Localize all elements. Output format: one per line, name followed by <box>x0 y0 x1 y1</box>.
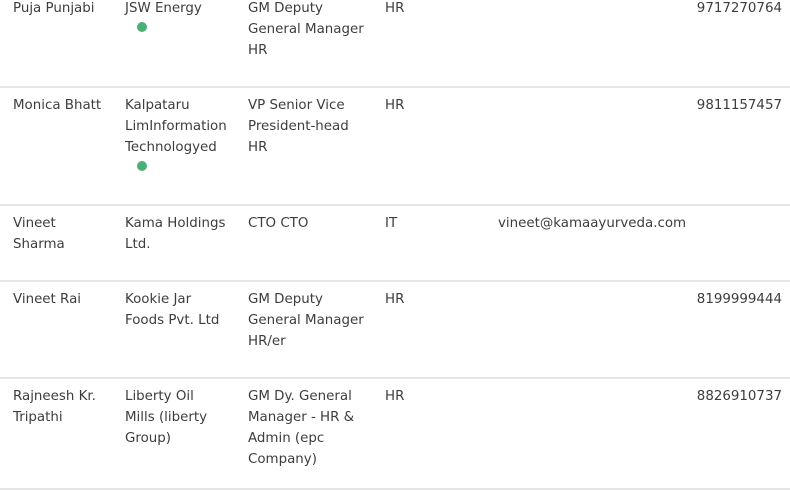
department: HR <box>385 1 405 16</box>
company-name-line: Technologyed <box>125 140 217 155</box>
contact-name: Monica Bhatt <box>13 95 118 116</box>
contact-name-line: Tripathi <box>13 410 63 425</box>
contact-name: Vineet Rai <box>13 289 118 310</box>
contact-name-line: Vineet Rai <box>13 292 81 307</box>
company-name-line: Group) <box>125 431 171 446</box>
table-row[interactable]: Vineet Rai Kookie Jar Foods Pvt. Ltd GM Dep… <box>0 281 790 379</box>
job-title-line: HR <box>248 140 268 155</box>
phone-number[interactable]: 8199999444 <box>697 289 782 310</box>
company-name: Kookie Jar Foods Pvt. Ltd <box>125 289 237 331</box>
contact-name: Puja Punjabi <box>13 0 118 19</box>
contact-name: Vineet Sharma <box>13 213 118 255</box>
status-dot-icon <box>137 161 147 171</box>
phone-number[interactable]: 8826910737 <box>697 386 782 407</box>
company-name-line: Kalpataru <box>125 98 190 113</box>
contact-name-line: Vineet <box>13 216 56 231</box>
job-title: GM Dy. General Manager - HR & Admin (epc Co… <box>248 386 370 470</box>
job-title-line: HR/er <box>248 334 286 349</box>
company-name: Kama Holdings Ltd. <box>125 213 237 255</box>
table-row[interactable]: Monica Bhatt Kalpataru LimInformation Techn… <box>0 87 790 206</box>
company-name-line: Foods Pvt. Ltd <box>125 313 220 328</box>
company-name-line: Ltd. <box>125 237 151 252</box>
job-title: VP Senior Vice President-head HR <box>248 95 370 158</box>
phone-number[interactable]: 9717270764 <box>697 0 782 19</box>
table-row[interactable]: Vineet Sharma Kama Holdings Ltd. CTO CTO IT vi… <box>0 205 790 282</box>
contact-name-line: Rajneesh Kr. <box>13 389 96 404</box>
department: HR <box>385 389 405 404</box>
company-name: JSW Energy <box>125 0 237 32</box>
company-name-line: Kama Holdings <box>125 216 226 231</box>
company-name: Kalpataru LimInformation Technologyed <box>125 95 237 171</box>
contact-name: Rajneesh Kr. Tripathi <box>13 386 118 428</box>
company-name: Liberty Oil Mills (liberty Group) <box>125 386 237 449</box>
job-title: GM Deputy General Manager HR <box>248 0 370 61</box>
contact-name-line: Puja Punjabi <box>13 1 95 16</box>
department: HR <box>385 98 405 113</box>
phone-number[interactable]: 9811157457 <box>697 95 782 116</box>
job-title-line: Manager - HR & <box>248 410 355 425</box>
company-name-line: Liberty Oil <box>125 389 194 404</box>
job-title-line: President-head <box>248 119 349 134</box>
company-name-line: LimInformation <box>125 119 227 134</box>
job-title: CTO CTO <box>248 213 370 234</box>
job-title-line: VP Senior Vice <box>248 98 345 113</box>
job-title-line: CTO CTO <box>248 216 309 231</box>
job-title-line: General Manager <box>248 22 364 37</box>
job-title: GM Deputy General Manager HR/er <box>248 289 370 352</box>
job-title-line: GM Deputy <box>248 292 323 307</box>
company-name-line: JSW Energy <box>125 1 202 16</box>
contact-name-line: Sharma <box>13 237 65 252</box>
job-title-line: GM Deputy <box>248 1 323 16</box>
email-link[interactable]: vineet@kamaayurveda.com <box>498 213 698 234</box>
job-title-line: Company) <box>248 452 317 467</box>
status-dot-icon <box>137 22 147 32</box>
job-title-line: HR <box>248 43 268 58</box>
job-title-line: GM Dy. General <box>248 389 352 404</box>
job-title-line: General Manager <box>248 313 364 328</box>
table-row[interactable]: Puja Punjabi JSW Energy GM Deputy General M… <box>0 0 790 88</box>
company-name-line: Mills (liberty <box>125 410 208 425</box>
job-title-line: Admin (epc <box>248 431 325 446</box>
contact-name-line: Monica Bhatt <box>13 98 102 113</box>
company-name-line: Kookie Jar <box>125 292 192 307</box>
department: IT <box>385 216 398 231</box>
table-row[interactable]: Rajneesh Kr. Tripathi Liberty Oil Mills (li… <box>0 378 790 490</box>
department: HR <box>385 292 405 307</box>
